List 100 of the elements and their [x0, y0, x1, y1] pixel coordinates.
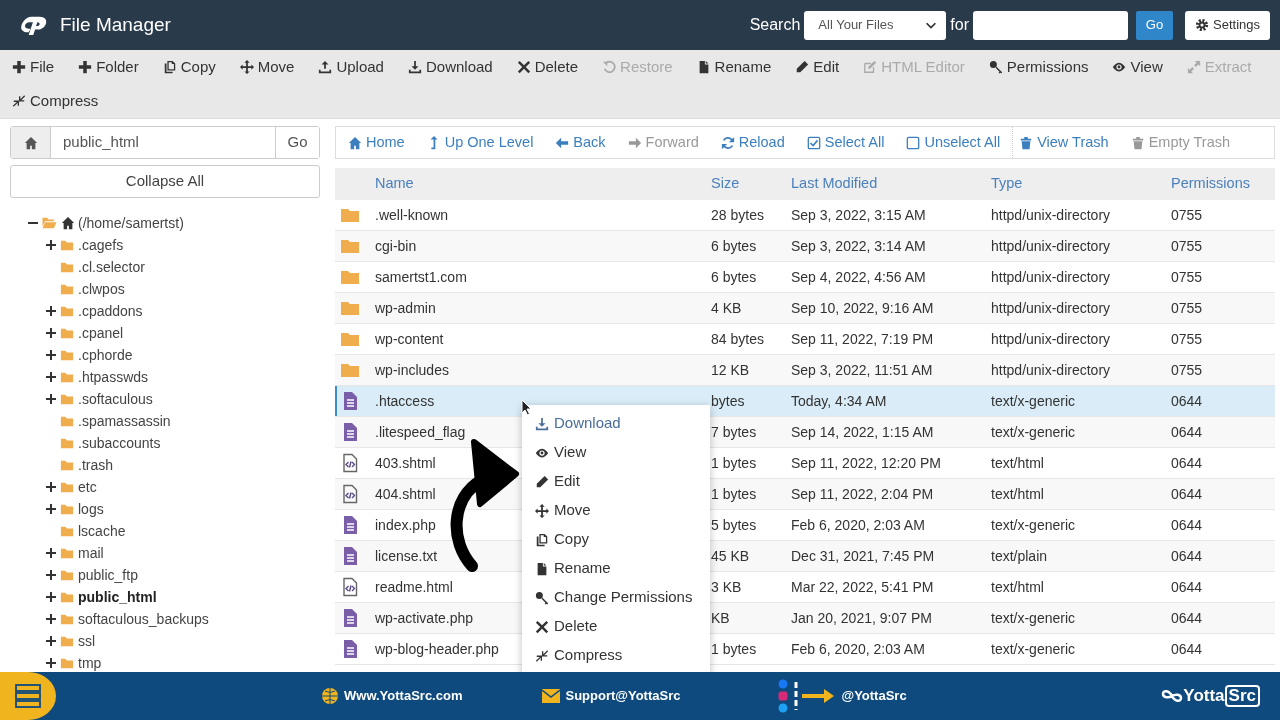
column-header[interactable]: Permissions	[1171, 173, 1250, 195]
tree-item[interactable]: softaculous_backups	[78, 608, 209, 630]
expand-icon[interactable]	[46, 350, 56, 360]
tree-item[interactable]: .spamassassin	[78, 410, 171, 432]
expand-icon[interactable]	[46, 548, 56, 558]
server-icon	[14, 683, 42, 709]
toolbar-button[interactable]: Delete	[516, 50, 579, 84]
compress-icon	[535, 648, 549, 663]
nav-button[interactable]: Select All	[806, 131, 885, 154]
home-icon	[61, 216, 75, 230]
tree-item[interactable]: .trash	[78, 454, 113, 476]
compress-icon	[12, 94, 26, 108]
column-header[interactable]: Type	[991, 173, 1023, 195]
table-row[interactable]: cgi-bin 6 bytes Sep 3, 2022, 3:14 AM httpd/unix-directory 0755	[335, 231, 1275, 262]
social-handle[interactable]: @YottaSrc	[841, 686, 907, 706]
tree-item[interactable]: .subaccounts	[78, 432, 161, 454]
tree-item[interactable]: .htpasswds	[78, 366, 149, 388]
toolbar-button[interactable]: Folder	[78, 50, 139, 84]
toolbar-button[interactable]: Move	[239, 50, 295, 84]
toolbar-button[interactable]: Permissions	[988, 50, 1089, 84]
table-row[interactable]: wp-admin 4 KB Sep 10, 2022, 9:16 AM httpd/unix-directory 0755	[335, 293, 1275, 324]
table-cell-text: 0644	[1171, 577, 1203, 597]
nav-button[interactable]: View Trash	[1019, 131, 1109, 154]
collapse-all-button[interactable]: Collapse All	[10, 165, 320, 198]
nav-button[interactable]: Reload	[720, 131, 785, 154]
website-text[interactable]: Www.YottaSrc.com	[344, 686, 463, 706]
tree-item[interactable]: .cl.selector	[78, 256, 145, 278]
table-row[interactable]: wp-includes 12 KB Sep 3, 2022, 11:51 AM httpd/unix-directory 0755	[335, 355, 1275, 386]
expand-icon[interactable]	[46, 394, 56, 404]
tree-item[interactable]: public_html	[78, 586, 157, 608]
open-folder-icon	[41, 216, 58, 230]
expand-icon[interactable]	[46, 372, 56, 382]
toolbar-button[interactable]: Edit	[795, 50, 840, 84]
tree-item[interactable]: lscache	[78, 520, 126, 542]
expand-icon[interactable]	[46, 240, 56, 250]
column-header[interactable]: Last Modified	[791, 173, 878, 195]
table-cell-text: 6 bytes	[711, 267, 757, 287]
expand-icon[interactable]	[46, 636, 56, 646]
path-field[interactable]: public_html Go	[10, 126, 320, 159]
expand-icon[interactable]	[46, 306, 56, 316]
email-text[interactable]: Support@YottaSrc	[565, 686, 681, 706]
table-cell-text: text/x-generic	[991, 639, 1076, 659]
folder-icon	[59, 634, 75, 648]
nav-button[interactable]: Up One Level	[426, 131, 534, 154]
nav-button[interactable]: Home	[348, 131, 405, 154]
nav-button[interactable]: Back	[555, 131, 606, 154]
close-icon	[516, 60, 531, 74]
table-cell-text: 3 KB	[711, 577, 742, 597]
tree-item[interactable]: .clwpos	[78, 278, 125, 300]
table-cell-text: wp-includes	[375, 360, 449, 380]
tree-item[interactable]: .cpanel	[78, 322, 124, 344]
table-cell-text: text/html	[991, 577, 1044, 597]
column-header[interactable]: Name	[375, 173, 414, 195]
expand-icon[interactable]	[46, 570, 56, 580]
table-cell-text: 1 bytes	[711, 484, 757, 504]
folder-icon	[59, 612, 75, 626]
go-button[interactable]: Go	[275, 127, 319, 158]
tree-item[interactable]: logs	[78, 498, 104, 520]
column-header[interactable]: Size	[711, 173, 740, 195]
code-file-icon	[340, 453, 360, 473]
folder-icon	[59, 370, 75, 384]
folder-icon	[59, 392, 75, 406]
tree-item[interactable]: mail	[78, 542, 104, 564]
table-cell-text: Sep 3, 2022, 3:14 AM	[791, 236, 926, 256]
table-cell-text: 0755	[1171, 236, 1203, 256]
tree-item[interactable]: .cagefs	[78, 234, 124, 256]
go-button[interactable]: Go	[1136, 10, 1173, 40]
table-cell-text: 28 bytes	[711, 205, 764, 225]
folder-icon	[59, 414, 75, 428]
toolbar-button[interactable]: Rename	[696, 50, 772, 84]
tree-item[interactable]: ssl	[78, 630, 96, 652]
scope-select[interactable]: All Your Files	[804, 10, 947, 40]
search-field[interactable]	[973, 10, 1128, 40]
tree-item[interactable]: tmp	[78, 652, 102, 672]
nav-button[interactable]: Unselect All	[906, 131, 1001, 154]
toolbar-button[interactable]: View	[1112, 50, 1163, 84]
toolbar-button[interactable]: Copy	[162, 50, 216, 84]
tree-item[interactable]: .cpaddons	[78, 300, 143, 322]
toolbar-button[interactable]: Compress	[12, 84, 99, 118]
expand-icon[interactable]	[46, 482, 56, 492]
tree-item[interactable]: etc	[78, 476, 97, 498]
tree-item[interactable]: public_ftp	[78, 564, 138, 586]
expand-icon[interactable]	[46, 504, 56, 514]
toolbar-button[interactable]: File	[12, 50, 55, 84]
table-cell-text: text/x-generic	[991, 608, 1076, 628]
settings-button[interactable]: Settings	[1185, 10, 1270, 40]
expand-icon[interactable]	[46, 592, 56, 602]
table-row[interactable]: .htaccess bytes Today, 4:34 AM text/x-generic 0644	[335, 386, 1275, 417]
tree-item[interactable]: (/home/samertst)	[78, 212, 184, 234]
expand-icon[interactable]	[46, 658, 56, 668]
move-icon	[239, 60, 254, 74]
toolbar-button[interactable]: Download	[407, 50, 493, 84]
page-title: File Manager	[60, 12, 171, 37]
tree-item[interactable]: .softaculous	[78, 388, 153, 410]
table-cell-text: 12 KB	[711, 360, 750, 380]
toolbar-button[interactable]: Upload	[318, 50, 384, 84]
expand-icon[interactable]	[46, 328, 56, 338]
tree-item[interactable]: .cphorde	[78, 344, 133, 366]
table-cell-text: 404.shtml	[375, 484, 436, 504]
expand-icon[interactable]	[46, 614, 56, 624]
